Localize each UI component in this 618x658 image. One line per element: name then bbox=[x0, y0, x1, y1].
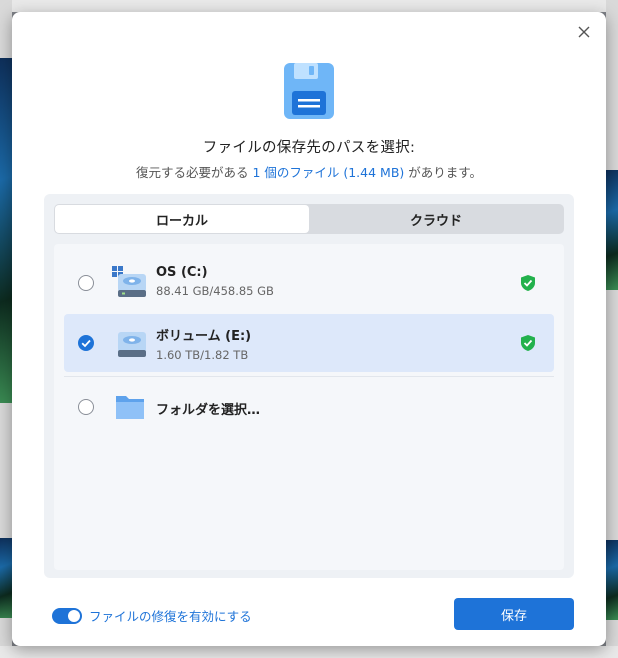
tab-cloud[interactable]: クラウド bbox=[309, 205, 563, 233]
drive-row-c[interactable]: OS (C:) 88.41 GB/458.85 GB bbox=[64, 254, 554, 312]
drive-capacity: 1.60 TB/1.82 TB bbox=[156, 348, 249, 362]
floppy-disk-icon bbox=[282, 61, 336, 125]
close-icon bbox=[578, 26, 590, 38]
drive-name: ボリューム (E:) bbox=[156, 329, 252, 344]
drive-icon bbox=[112, 326, 148, 360]
background-thumbnail bbox=[606, 540, 618, 620]
toggle-switch[interactable] bbox=[52, 607, 82, 624]
background-thumbnail bbox=[606, 170, 618, 290]
repair-toggle[interactable]: ファイルの修復を有効にする bbox=[52, 606, 252, 625]
background-thumbnail bbox=[0, 538, 12, 618]
subtitle-prefix: 復元する必要がある bbox=[135, 165, 249, 180]
drive-e-radio[interactable] bbox=[78, 335, 94, 351]
tab-local[interactable]: ローカル bbox=[55, 205, 309, 233]
background-app-bottom bbox=[0, 646, 618, 658]
file-count-highlight: 1 個のファイル (1.44 MB) bbox=[252, 165, 405, 180]
folder-option-text: フォルダを選択… bbox=[156, 399, 260, 418]
folder-select-row[interactable]: フォルダを選択… bbox=[64, 378, 554, 436]
drive-e-text: ボリューム (E:) 1.60 TB/1.82 TB bbox=[156, 325, 251, 362]
windows-drive-icon bbox=[112, 266, 148, 300]
checkmark-icon bbox=[81, 339, 91, 348]
location-tabs: ローカル クラウド bbox=[54, 204, 564, 234]
background-app-top bbox=[0, 0, 618, 12]
drive-row-e[interactable]: ボリューム (E:) 1.60 TB/1.82 TB bbox=[64, 314, 554, 372]
subtitle-suffix: があります。 bbox=[408, 165, 483, 180]
repair-toggle-label: ファイルの修復を有効にする bbox=[89, 609, 252, 624]
destination-panel: ローカル クラウド OS (C:) 88.41 GB/458.85 GB ボリュ… bbox=[44, 194, 574, 578]
shield-check-icon bbox=[520, 334, 536, 356]
save-button[interactable]: 保存 bbox=[454, 598, 574, 630]
shield-check-icon bbox=[520, 274, 536, 296]
drive-c-text: OS (C:) 88.41 GB/458.85 GB bbox=[156, 265, 274, 298]
drive-name: OS (C:) bbox=[156, 265, 208, 280]
dialog-title: ファイルの保存先のパスを選択: bbox=[202, 140, 416, 156]
drive-c-radio[interactable] bbox=[78, 275, 94, 291]
save-location-dialog: ファイルの保存先のパスを選択: 復元する必要がある 1 個のファイル (1.44… bbox=[12, 12, 606, 646]
folder-icon bbox=[112, 390, 148, 424]
drive-list: OS (C:) 88.41 GB/458.85 GB ボリューム (E:) 1.… bbox=[54, 244, 564, 570]
close-button[interactable] bbox=[572, 20, 596, 44]
list-divider bbox=[64, 376, 554, 377]
folder-option-label: フォルダを選択… bbox=[156, 403, 261, 418]
dialog-subtitle: 復元する必要がある 1 個のファイル (1.44 MB) があります。 bbox=[12, 162, 606, 181]
background-thumbnail bbox=[0, 58, 12, 403]
drive-capacity: 88.41 GB/458.85 GB bbox=[156, 284, 274, 298]
folder-radio[interactable] bbox=[78, 399, 94, 415]
